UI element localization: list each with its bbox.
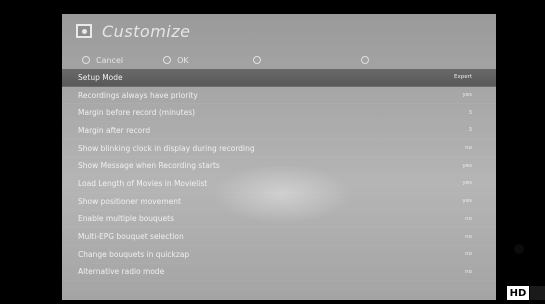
color-button-bar: Cancel OK — [62, 52, 496, 68]
setting-row-multiple-bouquets[interactable]: Enable multiple bouquets no — [62, 211, 496, 229]
setting-row-movie-length[interactable]: Load Length of Movies in Movielist yes — [62, 175, 496, 193]
setting-row-show-message[interactable]: Show Message when Recording starts yes — [62, 157, 496, 176]
hd-badge-corner — [530, 286, 545, 300]
setting-label: Show positioner movement — [78, 196, 181, 206]
setting-value: no — [465, 145, 472, 152]
setting-row-margin-before[interactable]: Margin before record (minutes) 3 — [62, 104, 496, 123]
setting-value: yes — [462, 198, 472, 205]
circle-icon — [82, 56, 90, 64]
setting-value: Expert — [453, 74, 472, 81]
setting-value: yes — [462, 92, 472, 99]
setting-row-multi-epg[interactable]: Multi-EPG bouquet selection no — [62, 228, 496, 246]
circle-icon — [252, 56, 261, 64]
setting-row-margin-after[interactable]: Margin after record 3 — [62, 122, 496, 140]
settings-list: Setup Mode Expert Recordings always have… — [62, 69, 496, 282]
setting-value: yes — [462, 162, 472, 169]
circle-icon — [360, 56, 369, 64]
setting-value: 3 — [468, 109, 473, 116]
setting-label: Margin before record (minutes) — [78, 108, 196, 118]
customize-menu-panel: Customize Cancel OK Setup Mode Expert Re… — [62, 14, 496, 300]
setting-row-radio-mode[interactable]: Alternative radio mode no — [62, 264, 496, 282]
setting-value: 3 — [468, 127, 473, 134]
menu-title: Customize — [102, 21, 191, 41]
setting-label: Load Length of Movies in Movielist — [78, 178, 208, 188]
cancel-button-label: Cancel — [96, 55, 124, 65]
tv-screen: Customize Cancel OK Setup Mode Expert Re… — [0, 0, 545, 304]
setting-label: Recordings always have priority — [78, 90, 198, 100]
setting-value: no — [465, 215, 472, 222]
menu-header: Customize — [62, 14, 496, 48]
setting-label: Change bouquets in quickzap — [78, 249, 190, 259]
setting-row-recordings-priority[interactable]: Recordings always have priority yes — [62, 87, 496, 105]
setting-row-setup-mode[interactable]: Setup Mode Expert — [62, 69, 496, 87]
settings-box-icon — [76, 24, 92, 38]
setting-label: Show Message when Recording starts — [78, 161, 220, 171]
setting-value: yes — [462, 180, 472, 187]
setting-label: Setup Mode — [78, 72, 123, 82]
setting-value: no — [465, 251, 472, 258]
setting-value: no — [465, 268, 472, 275]
cancel-button[interactable]: Cancel — [82, 56, 123, 65]
setting-label: Enable multiple bouquets — [78, 214, 175, 224]
screen-reflection-mark — [514, 244, 524, 254]
setting-label: Multi-EPG bouquet selection — [78, 232, 184, 242]
setting-label: Alternative radio mode — [78, 267, 165, 277]
yellow-button[interactable] — [252, 56, 267, 64]
setting-value: no — [465, 233, 472, 240]
setting-row-quickzap[interactable]: Change bouquets in quickzap no — [62, 246, 496, 264]
blue-button[interactable] — [360, 56, 375, 64]
ok-button-label: OK — [177, 55, 189, 65]
setting-label: Margin after record — [78, 125, 151, 135]
setting-row-blinking-clock[interactable]: Show blinking clock in display during re… — [62, 140, 496, 158]
setting-row-positioner-movement[interactable]: Show positioner movement yes — [62, 193, 496, 211]
hd-badge: HD — [507, 286, 529, 300]
circle-icon — [163, 56, 172, 64]
setting-label: Show blinking clock in display during re… — [78, 143, 255, 153]
ok-button[interactable]: OK — [163, 56, 189, 65]
